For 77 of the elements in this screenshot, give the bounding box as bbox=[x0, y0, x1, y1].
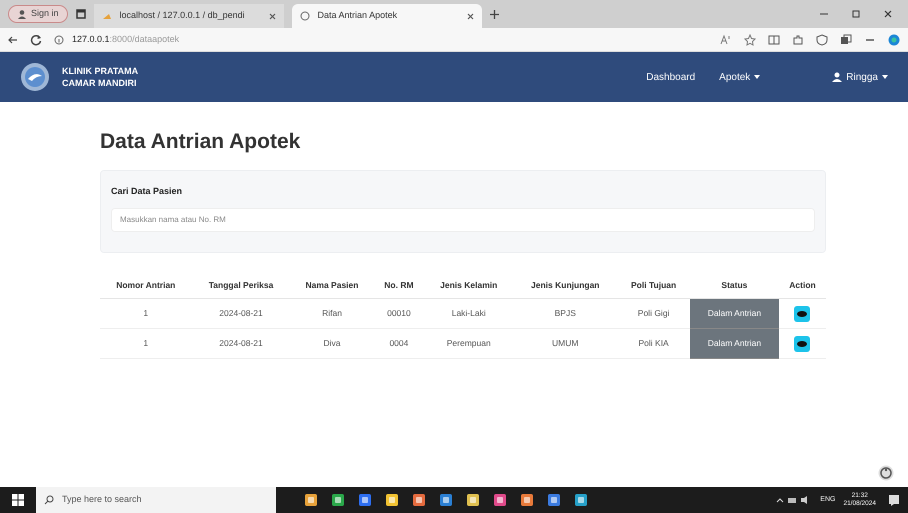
column-header: Action bbox=[778, 272, 826, 298]
url-text: 127.0.0.1:8000/dataapotek bbox=[72, 32, 180, 46]
collections-icon[interactable] bbox=[840, 34, 852, 46]
clinic-logo-icon bbox=[20, 62, 50, 92]
info-icon bbox=[54, 34, 64, 44]
column-header: Jenis Kunjungan bbox=[513, 272, 618, 298]
column-header: No. RM bbox=[374, 272, 424, 298]
table-cell: 00010 bbox=[374, 298, 424, 328]
browser-tab[interactable]: Data Antrian Apotek bbox=[292, 4, 482, 28]
status-badge: Dalam Antrian bbox=[690, 298, 779, 328]
user-menu[interactable]: Ringga bbox=[832, 70, 888, 84]
taskbar-app-icon[interactable] bbox=[439, 493, 453, 507]
table-cell: Diva bbox=[290, 328, 374, 358]
plus-icon[interactable] bbox=[490, 10, 499, 18]
windows-start-icon[interactable] bbox=[12, 494, 24, 506]
tab-title: localhost / 127.0.0.1 / db_pendi bbox=[120, 9, 246, 22]
person-icon bbox=[17, 9, 27, 19]
table-cell: 2024-08-21 bbox=[192, 298, 290, 328]
brand-text: CAMAR MANDIRI bbox=[62, 77, 138, 89]
tab-title: Data Antrian Apotek bbox=[318, 9, 398, 22]
nav-link[interactable]: Dashboard bbox=[646, 70, 696, 84]
table-cell: 1 bbox=[100, 298, 192, 328]
taskbar-app-icon[interactable] bbox=[304, 493, 318, 507]
page-title: Data Antrian Apotek bbox=[100, 129, 302, 155]
nav-link[interactable]: Apotek bbox=[719, 70, 760, 84]
table-cell: Rifan bbox=[290, 298, 374, 328]
table-cell: BPJS bbox=[513, 298, 618, 328]
taskbar-app-icon[interactable] bbox=[466, 493, 480, 507]
column-header: Tanggal Periksa bbox=[192, 272, 290, 298]
sail-icon bbox=[102, 12, 112, 20]
copilot-icon[interactable] bbox=[888, 34, 900, 46]
taskbar-app-icon[interactable] bbox=[520, 493, 534, 507]
view-button[interactable] bbox=[794, 336, 810, 352]
taskbar-app-icon[interactable] bbox=[331, 493, 345, 507]
status-badge: Dalam Antrian bbox=[690, 328, 779, 358]
puzzle-icon[interactable] bbox=[792, 34, 804, 46]
refresh-icon[interactable] bbox=[30, 34, 42, 46]
user-icon bbox=[832, 72, 842, 82]
brand-text: KLINIK PRATAMA bbox=[62, 65, 138, 77]
taskbar-app-icon[interactable] bbox=[385, 493, 399, 507]
table-cell: 2024-08-21 bbox=[192, 328, 290, 358]
tab-actions-icon[interactable] bbox=[76, 9, 86, 19]
maximize-icon[interactable] bbox=[852, 10, 860, 18]
table-cell: Laki-Laki bbox=[424, 298, 514, 328]
close-icon[interactable] bbox=[466, 12, 474, 20]
table-cell: UMUM bbox=[513, 328, 618, 358]
view-button[interactable] bbox=[794, 306, 810, 322]
split-screen-icon[interactable] bbox=[768, 34, 780, 46]
search-field[interactable]: Masukkan nama atau No. RM bbox=[111, 208, 815, 232]
browser-tab[interactable]: localhost / 127.0.0.1 / db_pendi bbox=[94, 4, 284, 28]
search-icon bbox=[44, 495, 54, 505]
accessibility-icon[interactable] bbox=[878, 465, 894, 481]
back-arrow-icon[interactable] bbox=[8, 34, 18, 44]
caret-icon bbox=[882, 75, 888, 79]
table-cell: 1 bbox=[100, 328, 192, 358]
close-icon[interactable] bbox=[268, 12, 276, 20]
star-icon[interactable] bbox=[744, 34, 756, 46]
column-header: Nama Pasien bbox=[290, 272, 374, 298]
taskbar-app-icon[interactable] bbox=[574, 493, 588, 507]
read-aloud-icon[interactable] bbox=[720, 34, 732, 46]
column-header: Nomor Antrian bbox=[100, 272, 192, 298]
close-icon[interactable] bbox=[884, 10, 892, 18]
table-cell: 0004 bbox=[374, 328, 424, 358]
taskbar-app-icon[interactable] bbox=[358, 493, 372, 507]
taskbar-app-icon[interactable] bbox=[412, 493, 426, 507]
search-label: Cari Data Pasien bbox=[111, 184, 184, 198]
table-cell: Perempuan bbox=[424, 328, 514, 358]
taskbar-app-icon[interactable] bbox=[547, 493, 561, 507]
notifications-icon[interactable] bbox=[888, 494, 900, 506]
eye-icon bbox=[797, 340, 808, 346]
shield-icon[interactable] bbox=[816, 34, 828, 46]
taskbar-search[interactable]: Type here to search bbox=[36, 487, 276, 513]
column-header: Poli Tujuan bbox=[617, 272, 690, 298]
column-header: Jenis Kelamin bbox=[424, 272, 514, 298]
profile-button[interactable]: Sign in bbox=[8, 5, 68, 23]
eye-icon bbox=[797, 310, 808, 316]
taskbar-app-icon[interactable] bbox=[493, 493, 507, 507]
